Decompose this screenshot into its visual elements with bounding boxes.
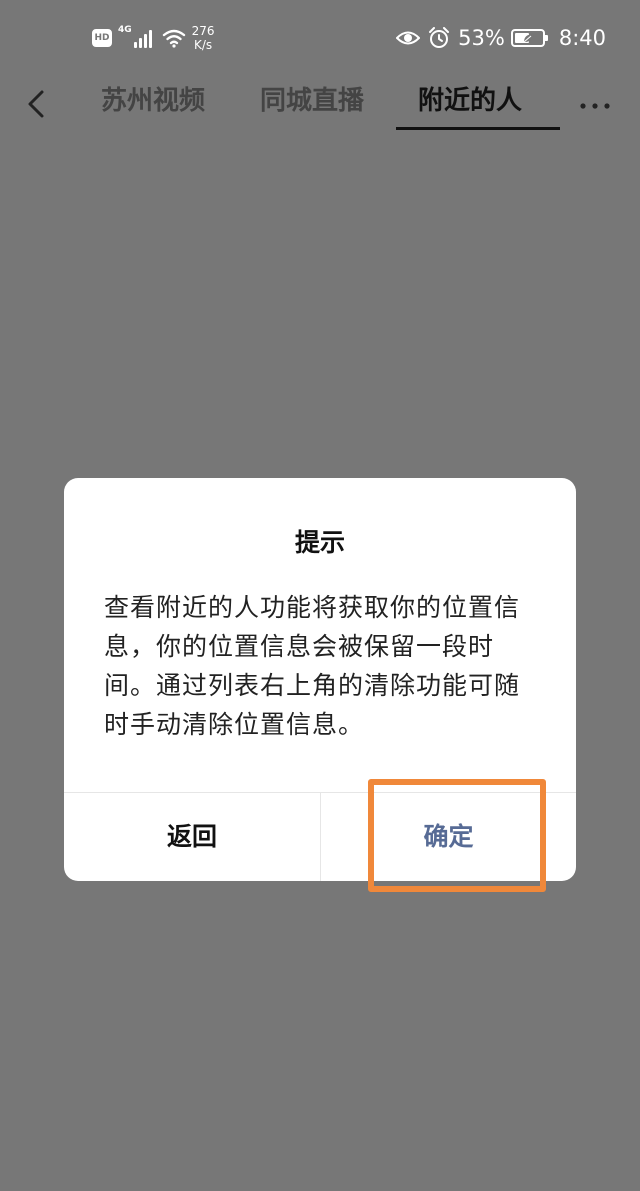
- battery-percent: 53%: [458, 26, 505, 50]
- tab-local-live[interactable]: 同城直播: [260, 84, 364, 118]
- tab-people-nearby[interactable]: 附近的人: [418, 84, 522, 118]
- net-speed-value: 276: [191, 24, 215, 38]
- hd-icon: HD: [92, 29, 112, 47]
- clock-time: 8:40: [558, 26, 606, 50]
- status-bar: HD 4G 276 K/s 53% 8:40: [0, 0, 640, 76]
- tab-suzhou-video[interactable]: 苏州视频: [101, 84, 205, 118]
- net-speed-unit: K/s: [194, 38, 213, 52]
- network-type-label: 4G: [118, 24, 132, 35]
- dialog-title: 提示: [294, 528, 345, 557]
- eye-icon: [396, 31, 421, 45]
- top-nav-bar: 苏州视频 同城直播 附近的人: [0, 76, 640, 136]
- more-horizontal-icon[interactable]: [578, 82, 612, 116]
- status-left-group: HD 4G 276 K/s: [92, 20, 215, 56]
- battery-icon: [510, 29, 548, 47]
- screen: HD 4G 276 K/s 53% 8:40 苏州视频 同城直播 附近的人 提示…: [0, 0, 640, 1191]
- location-permission-dialog: 提示 查看附近的人功能将获取你的位置信息，你的位置信息会被保留一段时间。通过列表…: [64, 478, 576, 881]
- back-button[interactable]: 返回: [64, 793, 320, 881]
- net-speed: 276 K/s: [192, 24, 215, 52]
- status-right-group: 53% 8:40: [396, 20, 606, 56]
- dialog-message: 查看附近的人功能将获取你的位置信息，你的位置信息会被保留一段时间。通过列表右上角…: [104, 593, 521, 739]
- chevron-left-icon[interactable]: [22, 82, 54, 126]
- signal-icon: [133, 28, 154, 48]
- wifi-icon: [162, 29, 185, 48]
- alarm-icon: [429, 27, 450, 48]
- active-tab-indicator: [396, 127, 560, 130]
- confirm-button[interactable]: 确定: [321, 793, 576, 881]
- leaf-icon: [523, 34, 534, 43]
